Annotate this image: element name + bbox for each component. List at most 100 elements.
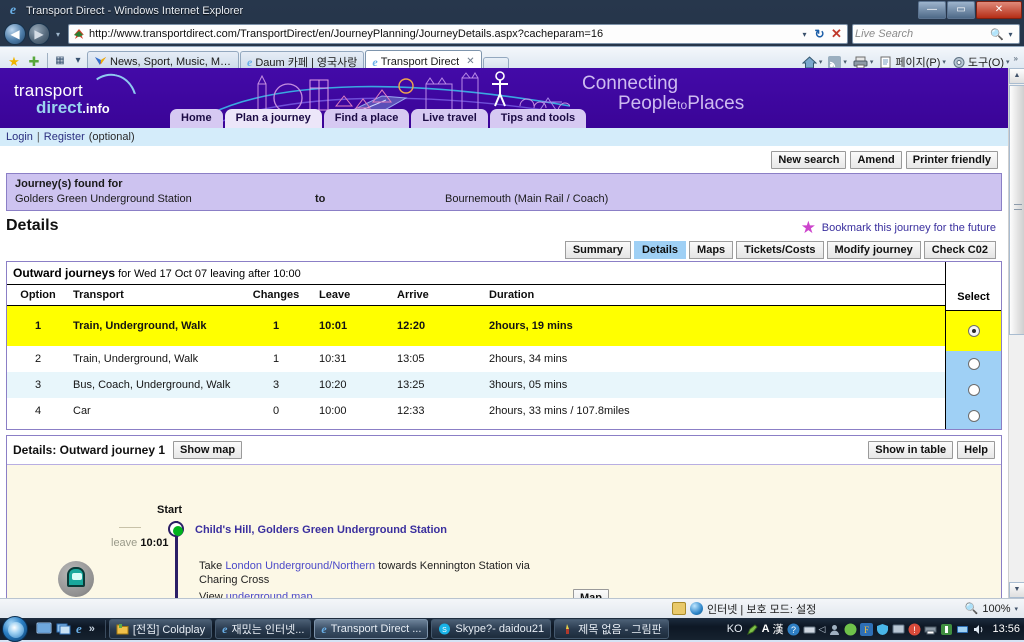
ime-pen-icon[interactable]	[746, 623, 759, 636]
quick-tabs-icon[interactable]: ▦	[51, 51, 69, 69]
update-icon[interactable]: !	[908, 623, 921, 636]
search-icon[interactable]: 🔍	[990, 28, 1004, 41]
page-caret-icon[interactable]: ▾	[942, 58, 946, 66]
firewall-icon[interactable]: F	[860, 622, 874, 636]
printer-tray-icon[interactable]	[924, 623, 937, 636]
select-cell[interactable]	[946, 377, 1001, 403]
taskbar-button[interactable]: S Skype?- daidou21	[431, 619, 552, 639]
table-row[interactable]: 3 Bus, Coach, Underground, Walk 3 10:20 …	[7, 371, 945, 398]
tools-caret-icon[interactable]: ▾	[1006, 58, 1010, 66]
search-input[interactable]: Live Search	[855, 28, 990, 40]
quicklaunch-overflow-icon[interactable]: »	[89, 623, 95, 635]
print-caret-icon[interactable]: ▾	[870, 58, 874, 66]
home-button[interactable]: ▾	[800, 55, 825, 69]
messenger-icon[interactable]	[844, 623, 857, 636]
taskbar-button-active[interactable]: e Transport Direct ...	[314, 619, 429, 639]
page-scrollbar[interactable]: ▲ ▼	[1008, 68, 1024, 598]
select-cell[interactable]	[946, 351, 1001, 377]
command-overflow-icon[interactable]: »	[1014, 54, 1018, 63]
show-desktop-icon[interactable]	[36, 622, 52, 636]
search-box[interactable]: Live Search 🔍 ▾	[852, 24, 1020, 44]
tab-modify-journey[interactable]: Modify journey	[826, 241, 921, 259]
amend-button[interactable]: Amend	[850, 151, 902, 169]
show-map-button[interactable]: Show map	[173, 441, 243, 459]
minimize-button[interactable]: —	[918, 1, 946, 19]
radio-option-3[interactable]	[967, 384, 980, 396]
ime-hanja-icon[interactable]: 漢	[773, 621, 784, 637]
radio-option-4[interactable]	[967, 410, 980, 422]
bookmark-journey-link[interactable]: ★ Bookmark this journey for the future	[801, 219, 1002, 236]
new-search-button[interactable]: New search	[771, 151, 847, 169]
table-row[interactable]: 4 Car 0 10:00 12:33 2hours, 33 mins / 10…	[7, 398, 945, 424]
security-zone[interactable]: 인터넷 | 보호 모드: 설정	[672, 601, 816, 617]
feeds-button[interactable]: ▾	[826, 55, 849, 69]
forward-button[interactable]: ▶	[28, 23, 50, 45]
underground-line-link[interactable]: London Underground/Northern	[225, 560, 375, 572]
maximize-button[interactable]: ▭	[947, 1, 975, 19]
tab-list-caret-icon[interactable]: ▾	[69, 51, 87, 69]
scroll-down-icon[interactable]: ▼	[1009, 582, 1024, 598]
nav-item-plan-a-journey[interactable]: Plan a journey	[224, 109, 322, 128]
taskbar-button[interactable]: e 재밌는 인터넷...	[215, 619, 312, 639]
print-button[interactable]: ▾	[851, 56, 876, 69]
search-dropdown-icon[interactable]: ▾	[1004, 30, 1017, 39]
select-cell[interactable]	[946, 311, 1001, 351]
close-button[interactable]: ✕	[976, 1, 1022, 19]
back-button[interactable]: ◀	[4, 23, 26, 45]
antivirus-icon[interactable]	[940, 623, 953, 636]
scrollbar-thumb[interactable]	[1009, 85, 1024, 335]
ime-mode-indicator[interactable]: A	[762, 623, 770, 635]
address-bar[interactable]: http://www.transportdirect.com/Transport…	[68, 24, 848, 44]
ime-language-indicator[interactable]: KO	[727, 623, 743, 635]
radio-option-2[interactable]	[967, 358, 980, 370]
journey-found-title: Journey(s) found for	[15, 178, 123, 190]
nav-item-tips-and-tools[interactable]: Tips and tools	[489, 109, 587, 128]
feeds-caret-icon[interactable]: ▾	[843, 58, 847, 66]
address-input[interactable]: http://www.transportdirect.com/Transport…	[89, 28, 798, 40]
clock[interactable]: 13:56	[992, 623, 1020, 635]
origin-stop-name[interactable]: Child's Hill, Golders Green Underground …	[195, 524, 447, 536]
tab-details[interactable]: Details	[633, 241, 687, 259]
refresh-icon[interactable]: ↻	[811, 27, 828, 41]
user-account-icon[interactable]	[828, 623, 841, 636]
display-settings-icon[interactable]	[892, 623, 905, 636]
nav-item-home[interactable]: Home	[170, 109, 223, 128]
network-icon[interactable]	[956, 623, 969, 636]
select-cell[interactable]	[946, 403, 1001, 429]
address-dropdown-icon[interactable]: ▾	[798, 30, 811, 39]
login-link[interactable]: Login	[6, 131, 33, 143]
volume-icon[interactable]	[972, 623, 985, 636]
tab-close-icon[interactable]: ✕	[466, 56, 474, 67]
map-button[interactable]: Map	[573, 589, 609, 598]
home-caret-icon[interactable]: ▾	[819, 58, 823, 66]
tab-tickets-costs[interactable]: Tickets/Costs	[736, 241, 824, 259]
help-button[interactable]: Help	[957, 441, 995, 459]
shield-icon[interactable]	[876, 623, 889, 636]
nav-item-find-a-place[interactable]: Find a place	[323, 109, 410, 128]
switch-windows-icon[interactable]	[56, 622, 72, 636]
ime-help-icon[interactable]: ?	[787, 623, 800, 636]
underground-map-link[interactable]: underground map	[226, 591, 313, 598]
scroll-up-icon[interactable]: ▲	[1009, 68, 1024, 84]
history-dropdown-icon[interactable]: ▾	[52, 30, 64, 39]
nav-item-live-travel[interactable]: Live travel	[411, 109, 488, 128]
table-row[interactable]: 1 Train, Underground, Walk 1 10:01 12:20…	[7, 305, 945, 346]
internet-explorer-quicklaunch-icon[interactable]: e	[76, 622, 82, 636]
zoom-control[interactable]: 🔍 100% ▾	[965, 602, 1018, 616]
printer-friendly-button[interactable]: Printer friendly	[905, 151, 998, 169]
tab-check-co2[interactable]: Check C02	[923, 241, 996, 259]
taskbar-button[interactable]: [전집] Coldplay	[108, 619, 213, 639]
tray-overflow-icon[interactable]: ◁	[819, 624, 826, 635]
stop-icon[interactable]: ✕	[828, 26, 845, 42]
register-link[interactable]: Register	[44, 131, 85, 143]
table-row[interactable]: 2 Train, Underground, Walk 1 10:31 13:05…	[7, 346, 945, 372]
start-button[interactable]	[2, 616, 28, 642]
login-separator: |	[36, 131, 40, 143]
tab-summary[interactable]: Summary	[564, 241, 631, 259]
show-in-table-button[interactable]: Show in table	[868, 441, 954, 459]
zoom-caret-icon[interactable]: ▾	[1014, 605, 1018, 613]
ime-keyboard-icon[interactable]	[803, 623, 816, 636]
radio-option-1[interactable]	[967, 325, 980, 337]
taskbar-button[interactable]: 제목 없음 - 그림판	[554, 619, 669, 639]
tab-maps[interactable]: Maps	[689, 241, 734, 259]
